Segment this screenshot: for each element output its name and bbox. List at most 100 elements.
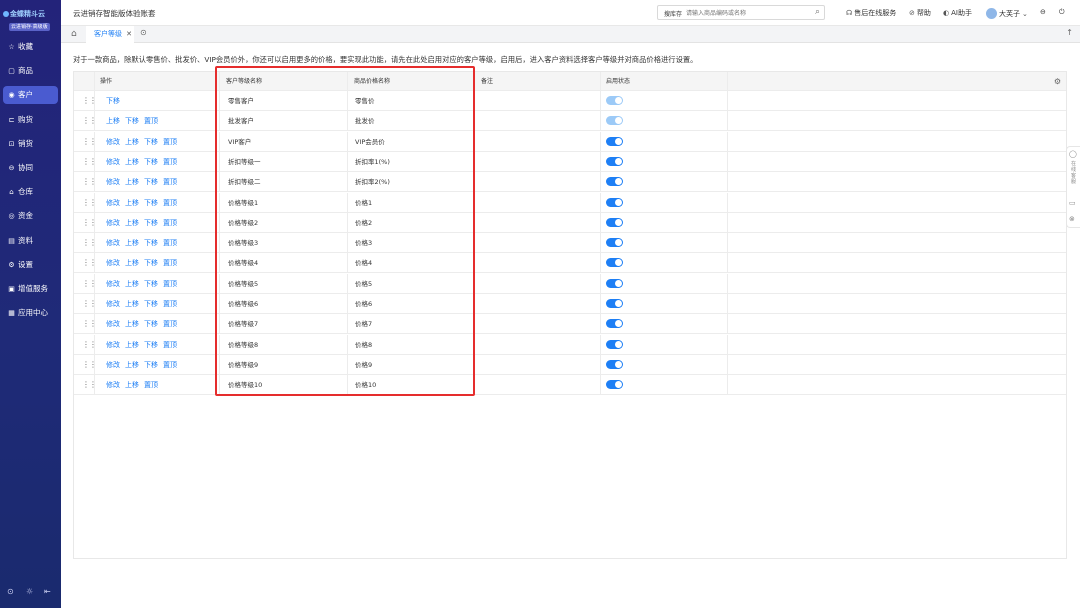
upload-icon[interactable]: ↑: [1066, 28, 1073, 37]
help-icon[interactable]: ⊙: [7, 587, 14, 596]
action-link[interactable]: 下移: [144, 259, 158, 267]
action-link[interactable]: 置顶: [163, 300, 177, 308]
search-input[interactable]: [686, 8, 806, 18]
sidebar-item-11[interactable]: ▦ 应用中心: [3, 304, 58, 322]
sidebar-item-7[interactable]: ◎ 资金: [3, 207, 58, 225]
service-link[interactable]: ☊ 售后在线服务: [846, 8, 896, 18]
tab-customer-level[interactable]: 客户等级 ✕: [86, 26, 134, 43]
ai-assistant-link[interactable]: ◐ AI助手: [943, 8, 972, 18]
action-link[interactable]: 上移: [106, 117, 120, 125]
action-link[interactable]: 上移: [125, 300, 139, 308]
action-link[interactable]: 上移: [125, 341, 139, 349]
status-toggle[interactable]: [606, 339, 623, 349]
action-link[interactable]: 修改: [106, 341, 120, 349]
action-link[interactable]: 修改: [106, 158, 120, 166]
column-settings-icon[interactable]: ⚙: [1054, 72, 1061, 91]
logout-icon[interactable]: ⊖: [1040, 8, 1046, 16]
action-link[interactable]: 上移: [125, 178, 139, 186]
status-toggle[interactable]: [606, 136, 623, 146]
action-link[interactable]: 置顶: [163, 158, 177, 166]
help-link[interactable]: ⊘ 帮助: [909, 8, 931, 18]
status-toggle[interactable]: [606, 177, 623, 187]
brand-logo[interactable]: 金蝶精斗云 云进销存·高级版: [3, 7, 59, 33]
status-toggle[interactable]: [606, 217, 623, 227]
sidebar-item-6[interactable]: ⌂ 仓库: [3, 183, 58, 201]
action-link[interactable]: 修改: [106, 300, 120, 308]
online-service-label[interactable]: 在线客服: [1071, 161, 1078, 185]
action-link[interactable]: 上移: [125, 381, 139, 389]
sidebar-item-9[interactable]: ⚙ 设置: [3, 256, 58, 274]
sidebar-item-0[interactable]: ☆ 收藏: [3, 38, 58, 56]
action-link[interactable]: 置顶: [163, 320, 177, 328]
sidebar-item-5[interactable]: ⊖ 协同: [3, 159, 58, 177]
tab-more-icon[interactable]: ⊙: [140, 28, 147, 37]
action-link[interactable]: 上移: [125, 239, 139, 247]
action-link[interactable]: 下移: [144, 138, 158, 146]
action-link[interactable]: 修改: [106, 320, 120, 328]
action-link[interactable]: 置顶: [144, 117, 158, 125]
status-toggle[interactable]: [606, 197, 623, 207]
action-link[interactable]: 下移: [106, 97, 120, 105]
action-link[interactable]: 置顶: [163, 178, 177, 186]
action-link[interactable]: 下移: [144, 199, 158, 207]
action-link[interactable]: 置顶: [163, 239, 177, 247]
status-toggle[interactable]: [606, 278, 623, 288]
power-icon[interactable]: ⏻: [1059, 8, 1065, 17]
close-icon[interactable]: ✕: [126, 26, 132, 43]
action-link[interactable]: 置顶: [163, 361, 177, 369]
action-link[interactable]: 上移: [125, 361, 139, 369]
action-link[interactable]: 修改: [106, 239, 120, 247]
action-link[interactable]: 下移: [144, 341, 158, 349]
collapse-icon[interactable]: ⇤: [44, 587, 51, 596]
status-toggle[interactable]: [606, 238, 623, 248]
action-link[interactable]: 下移: [144, 280, 158, 288]
action-link[interactable]: 下移: [144, 219, 158, 227]
action-link[interactable]: 置顶: [163, 138, 177, 146]
status-toggle[interactable]: [606, 359, 623, 369]
action-link[interactable]: 上移: [125, 158, 139, 166]
status-toggle[interactable]: [606, 156, 623, 166]
action-link[interactable]: 置顶: [163, 199, 177, 207]
action-link[interactable]: 下移: [144, 239, 158, 247]
action-link[interactable]: 上移: [125, 199, 139, 207]
status-toggle[interactable]: [606, 258, 623, 268]
action-link[interactable]: 下移: [144, 320, 158, 328]
sidebar-item-8[interactable]: ▤ 资料: [3, 232, 58, 250]
action-link[interactable]: 置顶: [163, 219, 177, 227]
sidebar-item-3[interactable]: ⊏ 购货: [3, 111, 58, 129]
chat-icon[interactable]: ◯: [1069, 150, 1077, 158]
action-link[interactable]: 修改: [106, 259, 120, 267]
message-icon[interactable]: ▭: [1069, 199, 1076, 207]
action-link[interactable]: 下移: [144, 300, 158, 308]
action-link[interactable]: 修改: [106, 280, 120, 288]
action-link[interactable]: 上移: [125, 259, 139, 267]
user-menu[interactable]: 大芙子 ⌄: [986, 8, 1030, 19]
status-toggle[interactable]: [606, 380, 623, 390]
action-link[interactable]: 修改: [106, 199, 120, 207]
status-toggle[interactable]: [606, 299, 623, 308]
sidebar-item-1[interactable]: ▢ 商品: [3, 62, 58, 80]
action-link[interactable]: 修改: [106, 138, 120, 146]
action-link[interactable]: 修改: [106, 178, 120, 186]
search-scope-label[interactable]: 搜库存: [664, 9, 682, 18]
sidebar-item-2[interactable]: ◉ 客户: [3, 86, 58, 104]
sidebar-item-4[interactable]: ⊡ 销货: [3, 135, 58, 153]
action-link[interactable]: 下移: [144, 361, 158, 369]
settings-icon[interactable]: ☼: [26, 587, 33, 596]
action-link[interactable]: 置顶: [144, 381, 158, 389]
home-icon[interactable]: ⌂: [71, 29, 77, 39]
action-link[interactable]: 下移: [125, 117, 139, 125]
search-box[interactable]: 搜库存 ⌕: [657, 5, 825, 20]
status-toggle[interactable]: [606, 319, 623, 329]
action-link[interactable]: 下移: [144, 158, 158, 166]
action-link[interactable]: 上移: [125, 320, 139, 328]
search-icon[interactable]: ⌕: [815, 7, 820, 17]
action-link[interactable]: 置顶: [163, 341, 177, 349]
action-link[interactable]: 上移: [125, 280, 139, 288]
action-link[interactable]: 修改: [106, 361, 120, 369]
action-link[interactable]: 置顶: [163, 259, 177, 267]
action-link[interactable]: 修改: [106, 219, 120, 227]
action-link[interactable]: 上移: [125, 138, 139, 146]
action-link[interactable]: 修改: [106, 381, 120, 389]
action-link[interactable]: 置顶: [163, 280, 177, 288]
